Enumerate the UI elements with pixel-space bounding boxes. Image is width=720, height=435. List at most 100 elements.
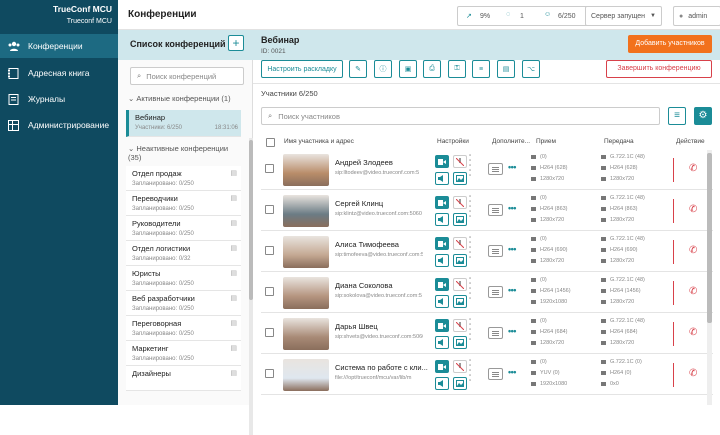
- audio-icon[interactable]: ≡: [472, 60, 490, 78]
- hangup-icon[interactable]: ✆: [689, 368, 697, 379]
- conference-item[interactable]: Отдел логистики Запланировано: 0/32 ▤: [126, 241, 241, 266]
- lock-icon[interactable]: ⚿: [448, 60, 466, 78]
- participant-row[interactable]: Система по работе с кли... file:///opt/tr…: [261, 355, 713, 395]
- more-icon[interactable]: •••: [508, 162, 516, 172]
- camera-icon[interactable]: [435, 196, 449, 209]
- drag-handle-icon[interactable]: • • • • •: [469, 317, 471, 343]
- row-checkbox[interactable]: [265, 328, 274, 337]
- hangup-icon[interactable]: ✆: [689, 327, 697, 338]
- info-icon[interactable]: ⓘ: [374, 60, 392, 78]
- more-icon[interactable]: •••: [508, 203, 516, 213]
- tx-resolution: 1280x720: [601, 217, 634, 223]
- conference-item[interactable]: Веб разработчики Запланировано: 0/250 ▤: [126, 291, 241, 316]
- layout-settings-button[interactable]: [488, 245, 503, 257]
- sort-button[interactable]: ≡: [668, 107, 686, 125]
- hangup-icon[interactable]: ✆: [689, 286, 697, 297]
- speaker-icon[interactable]: [435, 377, 449, 390]
- layout-button[interactable]: Настроить раскладку: [261, 60, 343, 78]
- speaker-icon[interactable]: [435, 254, 449, 267]
- layout-settings-button[interactable]: [488, 163, 503, 175]
- participant-row[interactable]: Алиса Тимофеева sip:timofeeva@video.truec…: [261, 232, 713, 272]
- nav-conferences[interactable]: Конференции: [0, 34, 118, 58]
- more-icon[interactable]: •••: [508, 244, 516, 254]
- server-status-dropdown[interactable]: Сервер запущен ▼: [585, 6, 662, 26]
- folder-settings-icon[interactable]: ▣: [399, 60, 417, 78]
- mic-muted-icon[interactable]: [453, 237, 467, 250]
- conference-item[interactable]: Дизайнеры ▤: [126, 366, 241, 391]
- row-checkbox[interactable]: [265, 246, 274, 255]
- conference-search-input[interactable]: ⌕ Поиск конференций: [130, 67, 244, 85]
- camera-icon[interactable]: [435, 278, 449, 291]
- conference-item[interactable]: Руководители Запланировано: 0/250 ▤: [126, 216, 241, 241]
- user-menu[interactable]: ● admin: [673, 6, 720, 26]
- nav-journals[interactable]: Журналы: [0, 87, 118, 111]
- image-icon[interactable]: [453, 172, 467, 185]
- add-participants-button[interactable]: Добавить участников: [628, 35, 712, 53]
- image-icon[interactable]: [453, 295, 467, 308]
- gear-icon[interactable]: ⚙: [694, 107, 712, 125]
- row-checkbox[interactable]: [265, 164, 274, 173]
- speaker-icon[interactable]: [435, 213, 449, 226]
- more-icon[interactable]: •••: [508, 285, 516, 295]
- image-icon[interactable]: [453, 377, 467, 390]
- layout-settings-button[interactable]: [488, 204, 503, 216]
- more-icon[interactable]: •••: [508, 367, 516, 377]
- participant-search-input[interactable]: ⌕ Поиск участников: [261, 107, 660, 125]
- image-icon[interactable]: [453, 336, 467, 349]
- row-checkbox[interactable]: [265, 287, 274, 296]
- share-icon[interactable]: ⌥: [522, 60, 540, 78]
- printer-icon[interactable]: ⎙: [423, 60, 441, 78]
- drag-handle-icon[interactable]: • • • • •: [469, 153, 471, 179]
- nav-address-book[interactable]: Адресная книга: [0, 61, 118, 85]
- camera-icon[interactable]: [435, 155, 449, 168]
- participant-row[interactable]: Диана Соколова sip:sokolova@video.truecon…: [261, 273, 713, 313]
- select-all-checkbox[interactable]: [266, 138, 275, 147]
- conference-item[interactable]: Отдел продаж Запланировано: 0/250 ▤: [126, 166, 241, 191]
- image-icon[interactable]: [453, 213, 467, 226]
- conference-item-active[interactable]: Вебинар Участники: 6/250 18:31:06: [126, 110, 241, 137]
- hangup-icon[interactable]: ✆: [689, 163, 697, 174]
- image-icon[interactable]: [453, 254, 467, 267]
- participant-row[interactable]: Андрей Злодеев sip:lltodeev@video.truecon…: [261, 150, 713, 190]
- mic-muted-icon[interactable]: [453, 278, 467, 291]
- participants-scrollbar[interactable]: [707, 150, 712, 405]
- layout-settings-button[interactable]: [488, 327, 503, 339]
- hangup-icon[interactable]: ✆: [689, 245, 697, 256]
- conference-name: Маркетинг: [132, 344, 169, 353]
- end-conference-button[interactable]: Завершить конференцию: [606, 60, 712, 78]
- drag-handle-icon[interactable]: • • • • •: [469, 194, 471, 220]
- nav-administration[interactable]: Администрирование: [0, 113, 118, 137]
- mic-muted-icon[interactable]: [453, 155, 467, 168]
- participant-row[interactable]: Дарья Швец sip:shvets@video.trueconf.com:…: [261, 314, 713, 354]
- speaker-icon[interactable]: [435, 295, 449, 308]
- row-checkbox[interactable]: [265, 205, 274, 214]
- active-group-toggle[interactable]: ⌄ Активные конференции (1): [128, 94, 231, 103]
- camera-icon[interactable]: [435, 237, 449, 250]
- speaker-icon[interactable]: [435, 172, 449, 185]
- conference-item[interactable]: Маркетинг Запланировано: 0/250 ▤: [126, 341, 241, 366]
- participant-row[interactable]: Сергей Клинц sip:klintz@video.trueconf.co…: [261, 191, 713, 231]
- chat-icon[interactable]: ▤: [497, 60, 515, 78]
- inactive-group-toggle[interactable]: ⌄ Неактивные конференции (35): [128, 144, 238, 162]
- more-icon[interactable]: •••: [508, 326, 516, 336]
- mic-muted-icon[interactable]: [453, 360, 467, 373]
- conference-item[interactable]: Юристы Запланировано: 0/250 ▤: [126, 266, 241, 291]
- hangup-icon[interactable]: ✆: [689, 204, 697, 215]
- camera-icon[interactable]: [435, 319, 449, 332]
- speaker-icon[interactable]: [435, 336, 449, 349]
- mic-muted-icon[interactable]: [453, 319, 467, 332]
- layout-settings-button[interactable]: [488, 286, 503, 298]
- drag-handle-icon[interactable]: • • • • •: [469, 358, 471, 384]
- row-checkbox[interactable]: [265, 369, 274, 378]
- add-conference-button[interactable]: +: [228, 35, 244, 51]
- conference-item[interactable]: Переводчики Запланировано: 0/250 ▤: [126, 191, 241, 216]
- drag-handle-icon[interactable]: • • • • •: [469, 235, 471, 261]
- edit-icon[interactable]: ✎: [349, 60, 367, 78]
- layout-settings-button[interactable]: [488, 368, 503, 380]
- mic-muted-icon[interactable]: [453, 196, 467, 209]
- conference-status: Запланировано: 0/250: [132, 306, 194, 312]
- camera-icon[interactable]: [435, 360, 449, 373]
- action-divider: [673, 322, 674, 346]
- drag-handle-icon[interactable]: • • • • •: [469, 276, 471, 302]
- conference-item[interactable]: Переговорная Запланировано: 0/250 ▤: [126, 316, 241, 341]
